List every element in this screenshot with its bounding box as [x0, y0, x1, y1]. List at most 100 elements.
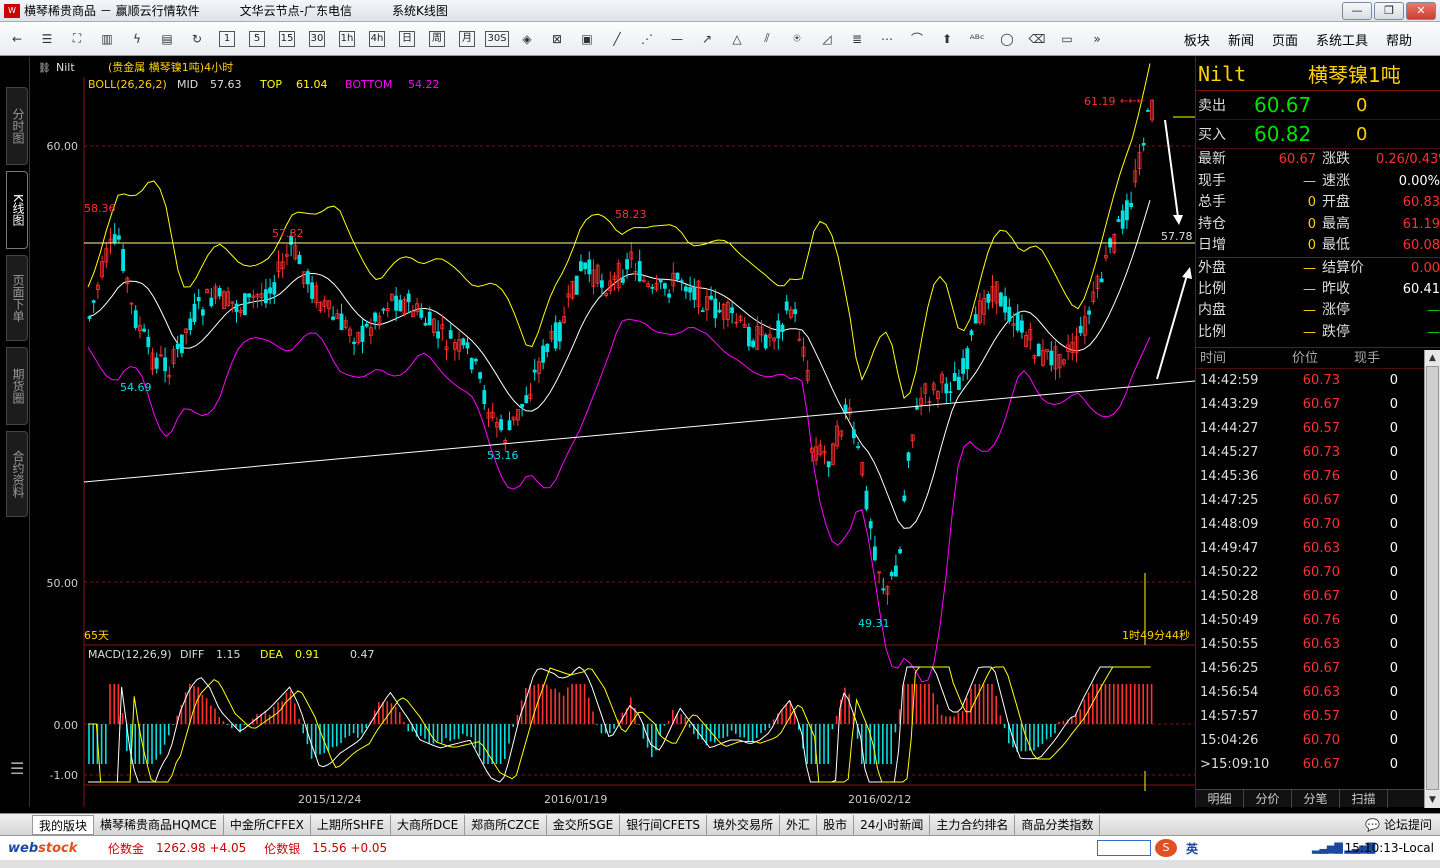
exchange-tab[interactable]: 中金所CFFEX — [224, 814, 311, 835]
up-arrow-draw-icon[interactable]: ⬆ — [934, 28, 960, 50]
tab-futures-circle[interactable]: 期货圈 — [6, 347, 28, 425]
period-5-button[interactable]: 5 — [244, 28, 270, 50]
period-30-button[interactable]: 30 — [304, 28, 330, 50]
exchange-tab[interactable]: 郑商所CZCE — [465, 814, 547, 835]
menu-icon[interactable]: ☰ — [10, 759, 24, 778]
ray-draw-icon[interactable]: ⋰ — [634, 28, 660, 50]
exchange-tab[interactable]: 上期所SHFE — [311, 814, 391, 835]
flash-icon[interactable]: ϟ — [124, 28, 150, 50]
tick-row[interactable]: 15:04:26 60.70 0 — [1196, 729, 1440, 753]
tab-scan[interactable]: 扫描 — [1340, 790, 1388, 808]
gann-draw-icon[interactable]: ◿ — [814, 28, 840, 50]
period-1h-button[interactable]: 1h — [334, 28, 360, 50]
quick-search-input[interactable] — [1097, 840, 1151, 856]
tick-row[interactable]: 14:44:27 60.57 0 — [1196, 417, 1440, 441]
menu-pages[interactable]: 页面 — [1272, 30, 1298, 49]
channel-draw-icon[interactable]: ⫽ — [754, 28, 780, 50]
exchange-tab[interactable]: 商品分类指数 — [1015, 814, 1101, 835]
tick-row[interactable]: 14:45:27 60.73 0 — [1196, 441, 1440, 465]
buy-row[interactable]: 买入 60.82 0 — [1196, 120, 1440, 149]
exchange-tab[interactable]: 大商所DCE — [391, 814, 466, 835]
forum-button[interactable]: 💬 论坛提问 — [1365, 816, 1432, 833]
period-month-button[interactable]: 月 — [454, 28, 480, 50]
period-15-button[interactable]: 15 — [274, 28, 300, 50]
exchange-tab[interactable]: 金交所SGE — [547, 814, 621, 835]
timeline-icon[interactable]: ⛶ — [64, 28, 90, 50]
period-4h-button[interactable]: 4h — [364, 28, 390, 50]
period-week-button[interactable]: 周 — [424, 28, 450, 50]
menu-help[interactable]: 帮助 — [1386, 30, 1412, 49]
tab-detail[interactable]: 明细 — [1196, 790, 1244, 808]
tick-row[interactable]: 14:43:29 60.67 0 — [1196, 393, 1440, 417]
ellipse-draw-icon[interactable]: ◯ — [994, 28, 1020, 50]
tab-order[interactable]: 页面下单 — [6, 255, 28, 341]
tab-intraday[interactable]: 分时图 — [6, 87, 28, 165]
save-icon[interactable]: ▤ — [154, 28, 180, 50]
scroll-thumb[interactable] — [1426, 366, 1439, 790]
list-icon[interactable]: ☰ — [34, 28, 60, 50]
close-button[interactable]: ✕ — [1406, 2, 1436, 20]
tick-row[interactable]: 14:47:25 60.67 0 — [1196, 489, 1440, 513]
tab-price-distribution[interactable]: 分价 — [1244, 790, 1292, 808]
tick-row[interactable]: 14:57:57 60.57 0 — [1196, 705, 1440, 729]
tick-row[interactable]: 14:50:55 60.63 0 — [1196, 633, 1440, 657]
tab-contract-info[interactable]: 合约资料 — [6, 431, 28, 517]
tick-row[interactable]: 14:45:36 60.76 0 — [1196, 465, 1440, 489]
delete-icon[interactable]: ▭ — [1054, 28, 1080, 50]
minimize-button[interactable]: — — [1342, 2, 1372, 20]
exchange-tab[interactable]: 境外交易所 — [707, 814, 781, 835]
triangle-draw-icon[interactable]: △ — [724, 28, 750, 50]
exchange-tab[interactable]: 横琴稀贵商品HQMCE — [94, 814, 224, 835]
period-1-button[interactable]: 1 — [214, 28, 240, 50]
period-30s-button[interactable]: 30S — [484, 28, 510, 50]
levels-draw-icon[interactable]: ≣ — [844, 28, 870, 50]
ime-language[interactable]: 英 — [1186, 840, 1198, 857]
maximize-button[interactable]: ❐ — [1374, 2, 1404, 20]
stat-key[interactable]: 结算价 — [1316, 256, 1376, 279]
line-draw-icon[interactable]: ╱ — [604, 28, 630, 50]
scroll-down-icon[interactable]: ▼ — [1425, 792, 1440, 808]
period-day-button[interactable]: 日 — [394, 28, 420, 50]
more-icon[interactable]: » — [1084, 28, 1110, 50]
tick-row[interactable]: 14:50:49 60.76 0 — [1196, 609, 1440, 633]
back-icon[interactable]: ← — [4, 28, 30, 50]
ime-icon[interactable]: S — [1155, 839, 1177, 857]
tick-row[interactable]: 14:50:28 60.67 0 — [1196, 585, 1440, 609]
ticks-scrollbar[interactable]: ▲ ▼ — [1424, 350, 1440, 808]
text-draw-icon[interactable]: ᴬᴮᶜ — [964, 28, 990, 50]
exchange-tab[interactable]: 外汇 — [780, 814, 818, 835]
cross-icon[interactable]: ⊠ — [544, 28, 570, 50]
exchange-tab[interactable]: 主力合约排名 — [930, 814, 1016, 835]
tick-row[interactable]: 14:42:59 60.73 0 — [1196, 369, 1440, 393]
exchange-tab[interactable]: 股市 — [817, 814, 855, 835]
eraser-icon[interactable]: ⌫ — [1024, 28, 1050, 50]
chart-canvas[interactable]: ⛓ Nilt (贵金属 横琴镍1吨)4小时 BOLL(26,26,2) MID … — [30, 57, 1196, 807]
fib-draw-icon[interactable]: ⍟ — [784, 28, 810, 50]
cycle-draw-icon[interactable]: ⋯ — [874, 28, 900, 50]
tab-kline[interactable]: K线图 — [6, 171, 28, 249]
sell-row[interactable]: 卖出 60.67 0 — [1196, 91, 1440, 120]
exchange-tab[interactable]: 我的版块 — [32, 814, 95, 835]
compare-icon[interactable]: ◈ — [514, 28, 540, 50]
arc-draw-icon[interactable]: ⌒ — [904, 28, 930, 50]
menu-news[interactable]: 新闻 — [1228, 30, 1254, 49]
candle-bear — [621, 278, 625, 283]
tick-row[interactable]: 14:50:22 60.70 0 — [1196, 561, 1440, 585]
tick-row[interactable]: 14:48:09 60.70 0 — [1196, 513, 1440, 537]
menu-blocks[interactable]: 板块 — [1184, 30, 1210, 49]
tick-row[interactable]: 14:56:25 60.67 0 — [1196, 657, 1440, 681]
tick-row[interactable]: 14:56:54 60.63 0 — [1196, 681, 1440, 705]
tab-tick-by-tick[interactable]: 分笔 — [1292, 790, 1340, 808]
scroll-up-icon[interactable]: ▲ — [1425, 350, 1440, 366]
split-icon[interactable]: ▣ — [574, 28, 600, 50]
kline-icon[interactable]: ▥ — [94, 28, 120, 50]
tick-row[interactable]: 14:49:47 60.63 0 — [1196, 537, 1440, 561]
arrow-draw-icon[interactable]: ↗ — [694, 28, 720, 50]
hline-draw-icon[interactable]: — — [664, 28, 690, 50]
tick-row[interactable]: >15:09:10 60.67 0 — [1196, 753, 1440, 777]
menu-system-tools[interactable]: 系统工具 — [1316, 30, 1368, 49]
kline-chart[interactable]: ⛓ Nilt (贵金属 横琴镍1吨)4小时 BOLL(26,26,2) MID … — [30, 57, 1196, 807]
exchange-tab[interactable]: 银行间CFETS — [620, 814, 708, 835]
exchange-tab[interactable]: 24小时新闻 — [854, 814, 931, 835]
refresh-icon[interactable]: ↻ — [184, 28, 210, 50]
